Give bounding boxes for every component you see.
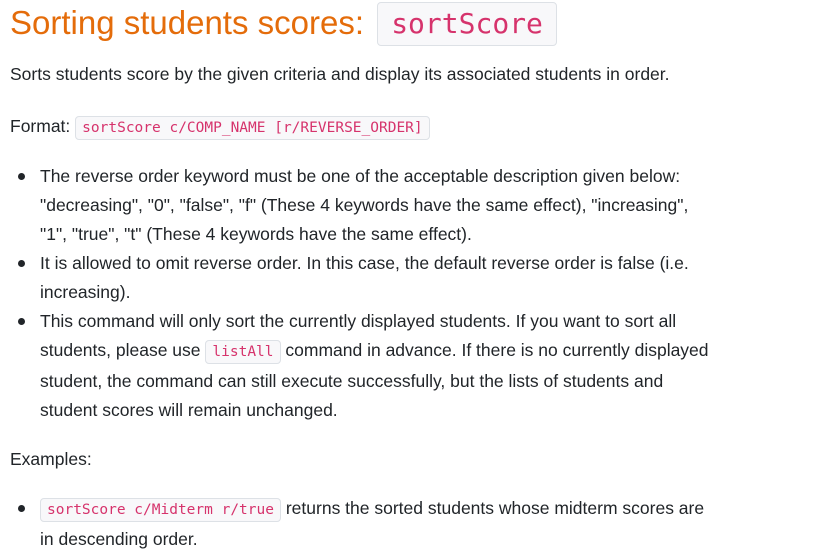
list-item: The reverse order keyword must be one of… — [10, 162, 825, 249]
example-text: returns the sorted students whose midter… — [285, 498, 705, 518]
note-text: command in advance. If there is no curre… — [285, 340, 709, 360]
bullet-icon — [18, 260, 25, 267]
list-item: It is allowed to omit reverse order. In … — [10, 249, 825, 307]
notes-list: The reverse order keyword must be one of… — [10, 162, 825, 425]
note-text: students, please use — [40, 340, 201, 360]
section-heading: Sorting students scores: sortScore — [10, 2, 557, 46]
bullet-icon — [18, 505, 25, 512]
note-line: student scores will remain unchanged. — [40, 400, 338, 420]
section-heading-text: Sorting students scores: — [10, 4, 365, 41]
note-line: "1", "true", "t" (These 4 keywords have … — [40, 224, 472, 244]
note-line: students, please use listAll command in … — [40, 336, 825, 367]
note-line: increasing). — [40, 282, 131, 302]
listall-command-code: listAll — [205, 340, 281, 364]
note-line: This command will only sort the currentl… — [40, 311, 677, 331]
format-label: Format: — [10, 116, 71, 136]
list-item: sortScore c/Midterm r/true returns the s… — [10, 494, 825, 554]
note-line: It is allowed to omit reverse order. In … — [40, 253, 689, 273]
example-line: in descending order. — [40, 529, 198, 549]
format-code: sortScore c/COMP_NAME [r/REVERSE_ORDER] — [75, 116, 430, 140]
note-line: "decreasing", "0", "false", "f" (These 4… — [40, 195, 689, 215]
command-format: Format: sortScore c/COMP_NAME [r/REVERSE… — [10, 112, 430, 143]
note-line: The reverse order keyword must be one of… — [40, 166, 681, 186]
list-item: This command will only sort the currentl… — [10, 307, 825, 425]
command-description: Sorts students score by the given criter… — [10, 64, 670, 84]
section-heading-command: sortScore — [377, 2, 557, 46]
example-code: sortScore c/Midterm r/true — [40, 498, 281, 522]
examples-label: Examples: — [10, 449, 92, 469]
note-line: student, the command can still execute s… — [40, 371, 664, 391]
bullet-icon — [18, 173, 25, 180]
bullet-icon — [18, 318, 25, 325]
examples-list: sortScore c/Midterm r/true returns the s… — [10, 494, 825, 554]
example-line: sortScore c/Midterm r/true returns the s… — [40, 494, 825, 525]
